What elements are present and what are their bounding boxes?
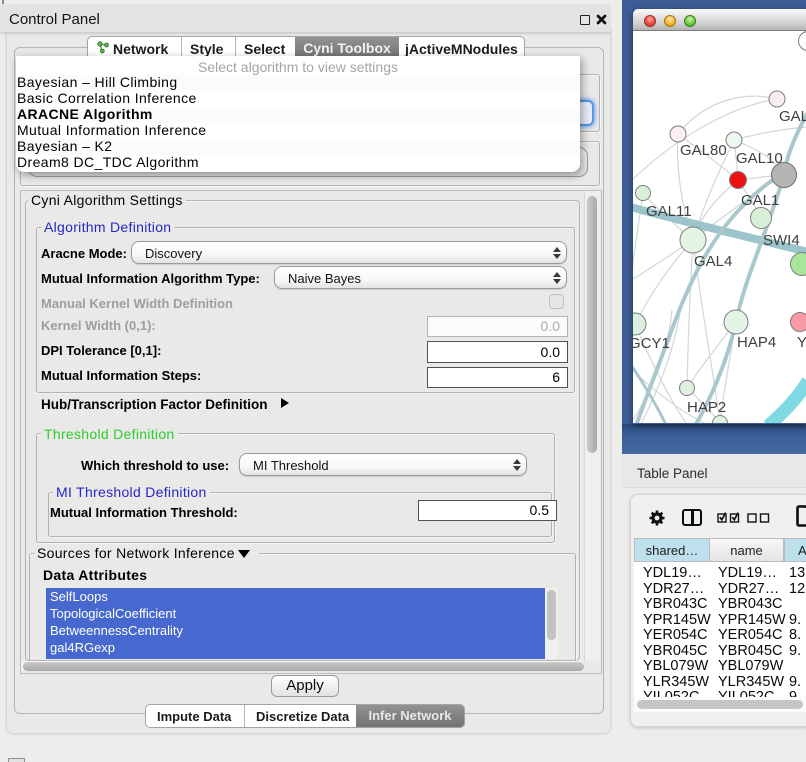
svg-text:YM: YM (797, 334, 806, 351)
svg-text:HAP2: HAP2 (687, 399, 726, 416)
svg-text:SWI4: SWI4 (763, 232, 800, 249)
svg-text:GAL7: GAL7 (779, 108, 806, 125)
svg-text:HAP4: HAP4 (737, 334, 776, 351)
svg-text:GAL11: GAL11 (646, 203, 692, 220)
svg-text:GAL80: GAL80 (680, 142, 727, 159)
svg-text:GCY1: GCY1 (633, 335, 670, 352)
svg-text:GAL1: GAL1 (741, 192, 779, 209)
svg-text:GAL4: GAL4 (694, 253, 732, 270)
svg-text:GAL10: GAL10 (736, 150, 783, 167)
